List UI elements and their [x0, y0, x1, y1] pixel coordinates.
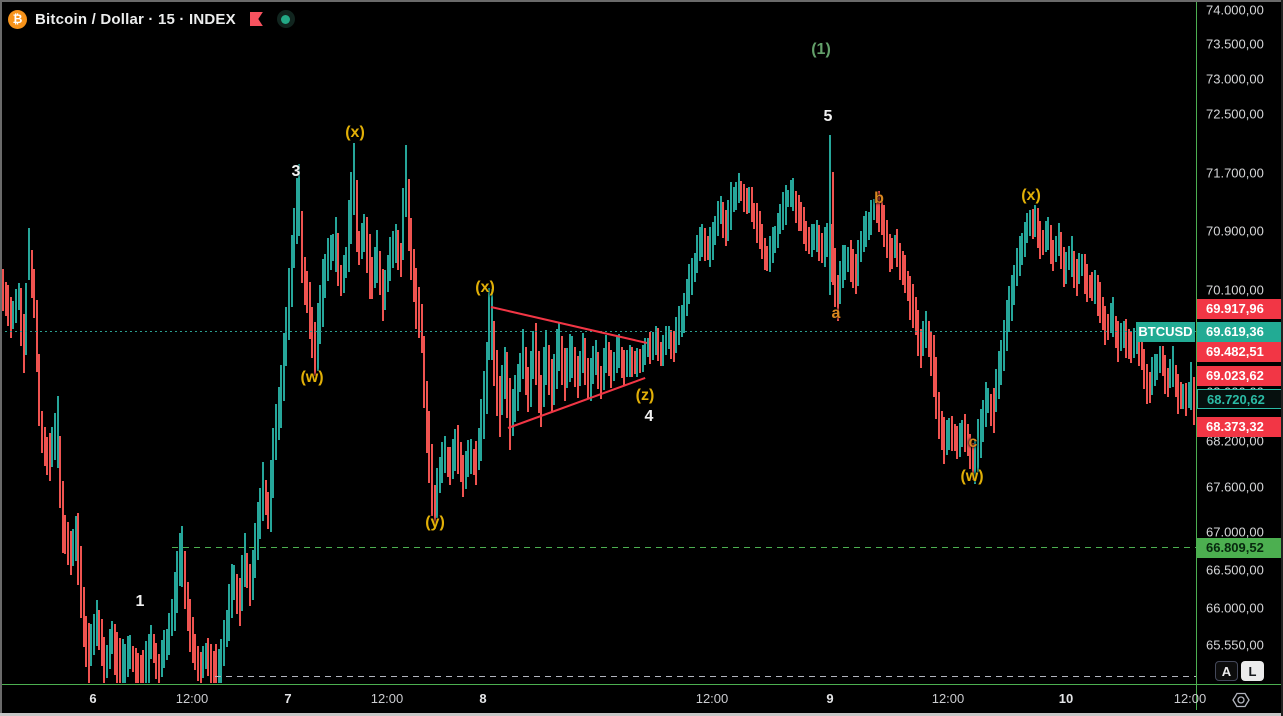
time-tick: 8 — [479, 691, 486, 706]
wave-label-4[interactable]: 4 — [645, 408, 654, 426]
candle-bar-spike — [829, 135, 831, 295]
symbol-title[interactable]: Bitcoin / Dollar · 15 · INDEX — [35, 11, 236, 28]
time-tick: 12:00 — [696, 691, 729, 706]
wave-label-w[interactable]: (w) — [960, 468, 983, 486]
price-tick: 67.600,00 — [1206, 480, 1264, 495]
low-line-dashed[interactable] — [215, 676, 1196, 677]
time-tick: 12:00 — [932, 691, 965, 706]
wave-label-b[interactable]: b — [874, 190, 884, 208]
wave-label-x[interactable]: (x) — [1021, 187, 1041, 205]
candle-bar-spike — [832, 172, 834, 285]
price-label-chip: 69.917,96 — [1197, 299, 1283, 319]
chart-window: (1) 5 3 (x) (w) (y) (x) (z) 4 1 a b c (w) (x) 74.000,0… — [0, 0, 1283, 716]
price-tick: 73.500,00 — [1206, 37, 1264, 52]
time-tick: 9 — [826, 691, 833, 706]
price-tick: 73.000,00 — [1206, 72, 1264, 87]
wave-label-1[interactable]: (1) — [811, 41, 831, 59]
price-tick: 66.500,00 — [1206, 563, 1264, 578]
wave-label-x[interactable]: (x) — [345, 124, 365, 142]
candle-bar — [25, 283, 27, 355]
market-status-icon[interactable] — [277, 10, 295, 28]
window-border-top — [0, 0, 1283, 2]
flag-icon[interactable] — [250, 12, 263, 26]
price-tick: 66.000,00 — [1206, 601, 1264, 616]
wave-label-5[interactable]: 5 — [824, 108, 833, 126]
time-tick: 12:00 — [371, 691, 404, 706]
chart-pane[interactable]: (1) 5 3 (x) (w) (y) (x) (z) 4 1 a b c (w) (x) — [0, 0, 1196, 684]
time-tick: 10 — [1059, 691, 1073, 706]
price-tick: 70.900,00 — [1206, 224, 1264, 239]
price-tick: 71.700,00 — [1206, 166, 1264, 181]
candle-bar — [1193, 377, 1195, 425]
settings-gear-icon[interactable] — [1231, 690, 1251, 710]
wave-label-c[interactable]: c — [969, 434, 978, 452]
price-tick: 74.000,00 — [1206, 3, 1264, 18]
wave-label-z[interactable]: (z) — [636, 387, 655, 405]
wave-label-x[interactable]: (x) — [475, 279, 495, 297]
candles-layer — [0, 0, 1196, 684]
price-label-chip: 68.373,32 — [1197, 417, 1283, 437]
price-label-chip: 69.023,62 — [1197, 366, 1283, 386]
status-dot-inner — [281, 15, 290, 24]
wave-label-w[interactable]: (w) — [300, 369, 323, 387]
time-tick: 7 — [284, 691, 291, 706]
wave-label-3[interactable]: 3 — [292, 163, 301, 181]
support-line-dashed[interactable] — [172, 547, 1196, 548]
price-axis[interactable]: 74.000,00 73.500,00 73.000,00 72.500,00 71.7… — [1197, 0, 1283, 684]
symbol-price-badge: BTCUSD — [1136, 322, 1195, 342]
time-tick: 12:00 — [1174, 691, 1207, 706]
auto-scale-button[interactable]: A — [1215, 661, 1238, 681]
price-label-chip: 69.619,36 — [1197, 322, 1283, 342]
symbol-header: ₿ Bitcoin / Dollar · 15 · INDEX — [8, 8, 295, 30]
price-label-chip: 69.482,51 — [1197, 342, 1283, 362]
price-tick: 65.550,00 — [1206, 638, 1264, 653]
price-label-chip: 66.809,52 — [1197, 538, 1283, 558]
wave-label-1[interactable]: 1 — [136, 593, 145, 611]
price-tick: 72.500,00 — [1206, 107, 1264, 122]
wave-label-y[interactable]: (y) — [425, 514, 445, 532]
bitcoin-icon: ₿ — [8, 10, 27, 29]
time-tick: 12:00 — [176, 691, 209, 706]
price-tick: 70.100,00 — [1206, 283, 1264, 298]
time-tick: 6 — [89, 691, 96, 706]
wave-label-a[interactable]: a — [832, 305, 841, 323]
window-border-left — [0, 0, 2, 716]
price-label-chip: 68.720,62 — [1197, 389, 1283, 409]
time-axis[interactable]: 6 12:00 7 12:00 8 12:00 9 12:00 10 12:00 — [0, 685, 1283, 713]
log-scale-button[interactable]: L — [1241, 661, 1264, 681]
